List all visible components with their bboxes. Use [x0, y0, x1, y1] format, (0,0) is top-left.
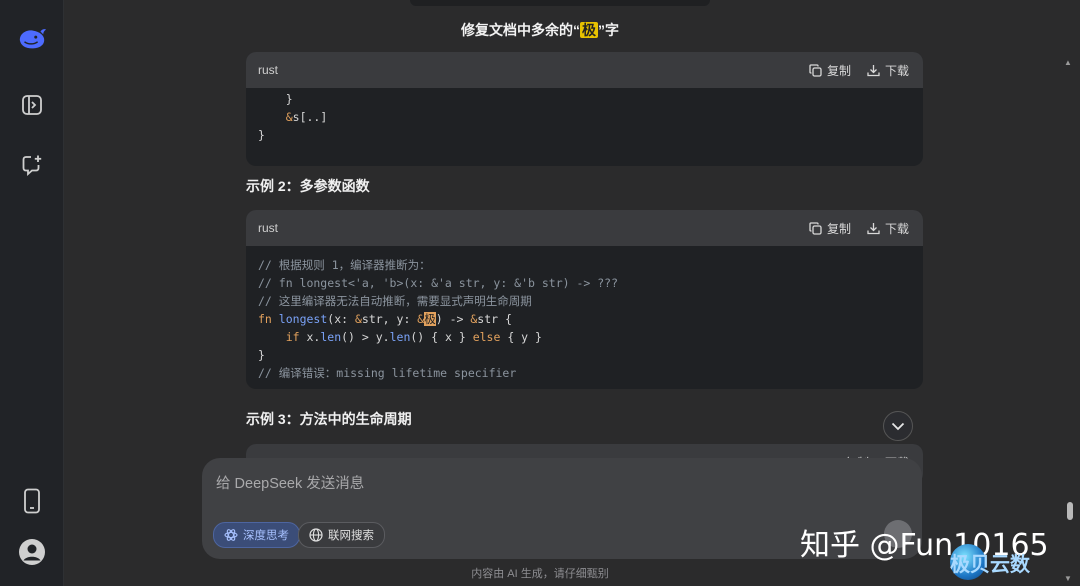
deep-think-toggle[interactable]: 深度思考	[213, 522, 300, 548]
code-header: rust 复制 下载	[246, 52, 923, 88]
download-label: 下载	[884, 63, 909, 78]
title-suffix: ”字	[598, 22, 619, 38]
web-search-label: 联网搜索	[328, 530, 374, 542]
deep-think-label: 深度思考	[243, 530, 289, 542]
user-avatar-icon[interactable]	[17, 537, 47, 567]
sidebar	[0, 0, 64, 586]
globe-icon	[309, 528, 323, 542]
code-body: } &s[..] }	[258, 92, 328, 142]
atom-icon	[224, 529, 238, 541]
scrollbar-thumb[interactable]	[1067, 502, 1073, 520]
download-icon	[867, 64, 880, 76]
copy-label: 复制	[826, 221, 851, 236]
code-block-2: rust 复制 下载 // 根据规则 1，编译器推断为： // fn longe…	[246, 210, 923, 389]
page-title: 修复文档中多余的“ 极 ”字	[0, 20, 1080, 40]
site-watermark: 极贝云数	[950, 554, 1030, 576]
phone-icon[interactable]	[17, 486, 47, 516]
code-body: // 根据规则 1，编译器推断为： // fn longest<'a, 'b>(…	[258, 258, 619, 380]
code-language: rust	[258, 221, 279, 235]
chevron-down-icon	[891, 422, 905, 430]
download-label: 下载	[884, 221, 909, 236]
copy-icon	[809, 63, 822, 77]
scroll-down-arrow-icon[interactable]: ▼	[1064, 574, 1072, 583]
code-block-1: rust 复制 下载 } &s[..] }	[246, 52, 923, 166]
scroll-up-arrow-icon[interactable]: ▲	[1064, 58, 1072, 67]
disclaimer-note: 内容由 AI 生成，请仔细甄别	[471, 568, 609, 580]
message-input[interactable]: 给 DeepSeek 发送消息	[216, 472, 364, 493]
copy-button[interactable]: 复制	[809, 220, 851, 237]
section-heading: 示例 3：方法中的生命周期	[246, 411, 412, 427]
code-language: rust	[258, 63, 279, 77]
new-chat-icon[interactable]	[17, 150, 47, 180]
section-heading: 示例 2：多参数函数	[246, 178, 370, 194]
code-header: rust 复制 下载	[246, 210, 923, 246]
window-notch	[410, 0, 710, 6]
title-highlight: 极	[580, 22, 598, 38]
download-button[interactable]: 下载	[867, 62, 909, 79]
download-button[interactable]: 下载	[867, 220, 909, 237]
web-search-toggle[interactable]: 联网搜索	[298, 522, 385, 548]
highlighted-extra-char: 极	[424, 312, 436, 326]
copy-label: 复制	[826, 63, 851, 78]
scroll-to-bottom-button[interactable]	[883, 411, 913, 441]
sidebar-toggle-icon[interactable]	[17, 90, 47, 120]
copy-icon	[809, 221, 822, 235]
download-icon	[867, 222, 880, 234]
copy-button[interactable]: 复制	[809, 62, 851, 79]
title-prefix: 修复文档中多余的“	[461, 22, 580, 38]
